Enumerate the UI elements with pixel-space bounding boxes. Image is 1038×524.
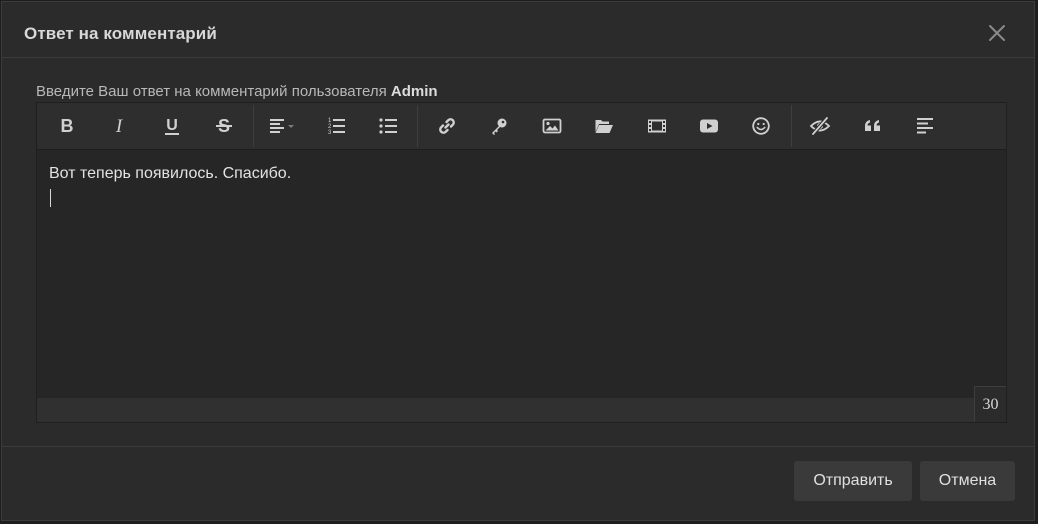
eye-slash-icon bbox=[809, 116, 831, 136]
toolbar-separator bbox=[791, 105, 792, 147]
emoji-button[interactable] bbox=[747, 112, 775, 140]
folder-button[interactable] bbox=[590, 112, 618, 140]
ordered-list-button[interactable]: 1 2 3 bbox=[322, 112, 350, 140]
link-button[interactable] bbox=[433, 112, 461, 140]
quote-button[interactable] bbox=[859, 112, 887, 140]
toolbar-separator bbox=[417, 105, 418, 147]
ordered-list-icon: 1 2 3 bbox=[328, 118, 345, 136]
bold-icon: B bbox=[61, 116, 74, 136]
video-button[interactable] bbox=[643, 112, 671, 140]
unordered-list-icon bbox=[379, 118, 397, 134]
italic-icon: I bbox=[115, 116, 124, 136]
reply-prompt: Введите Ваш ответ на комментарий пользов… bbox=[36, 83, 438, 100]
format-button[interactable] bbox=[911, 112, 939, 140]
folder-open-icon bbox=[595, 120, 613, 133]
smiley-icon bbox=[752, 117, 770, 135]
image-button[interactable] bbox=[538, 112, 566, 140]
prompt-text: Введите Ваш ответ на комментарий пользов… bbox=[36, 83, 391, 100]
svg-text:3: 3 bbox=[328, 130, 332, 136]
unordered-list-button[interactable] bbox=[374, 112, 402, 140]
dialog-footer bbox=[2, 446, 1034, 447]
bold-button[interactable]: B bbox=[53, 112, 81, 140]
svg-text:B: B bbox=[61, 116, 74, 136]
image-icon bbox=[542, 118, 562, 134]
char-counter: 30 bbox=[974, 386, 1006, 422]
reply-dialog: Ответ на комментарий Введите Ваш ответ н… bbox=[1, 1, 1035, 521]
link-icon bbox=[439, 118, 455, 134]
dialog-title: Ответ на комментарий bbox=[24, 24, 217, 43]
film-icon bbox=[648, 119, 666, 133]
youtube-icon bbox=[700, 119, 718, 133]
svg-text:I: I bbox=[115, 116, 124, 136]
strikethrough-icon: S bbox=[216, 116, 232, 136]
align-dropdown-button[interactable] bbox=[263, 112, 303, 140]
quote-icon bbox=[865, 120, 880, 131]
youtube-button[interactable] bbox=[695, 112, 723, 140]
align-text-icon bbox=[917, 118, 933, 134]
underline-button[interactable]: U bbox=[158, 112, 186, 140]
strikethrough-button[interactable]: S bbox=[210, 112, 238, 140]
italic-button[interactable]: I bbox=[105, 112, 133, 140]
rich-text-editor: B I U S 1 2 3 Вот теперь появилось. Спас… bbox=[36, 102, 1007, 423]
key-icon bbox=[492, 118, 507, 135]
svg-text:U: U bbox=[166, 117, 178, 134]
toolbar-separator bbox=[253, 105, 254, 147]
editor-content[interactable]: Вот теперь появилось. Спасибо. bbox=[49, 165, 291, 183]
cancel-button[interactable]: Отмена bbox=[920, 461, 1015, 501]
dialog-header: Ответ на комментарий bbox=[2, 2, 1034, 58]
submit-button[interactable]: Отправить bbox=[794, 461, 912, 501]
text-caret bbox=[50, 189, 51, 207]
editor-statusbar bbox=[37, 398, 1006, 422]
prompt-username: Admin bbox=[390, 83, 438, 100]
hide-button[interactable] bbox=[806, 112, 834, 140]
align-left-icon bbox=[270, 119, 294, 133]
underline-icon: U bbox=[165, 117, 179, 135]
close-icon[interactable] bbox=[986, 22, 1008, 44]
key-button[interactable] bbox=[485, 112, 513, 140]
editor-toolbar: B I U S 1 2 3 bbox=[37, 103, 1006, 150]
